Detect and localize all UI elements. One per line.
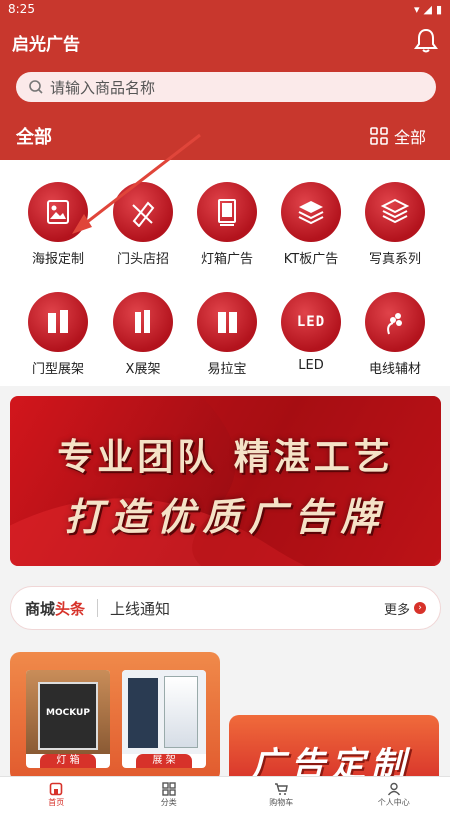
kt-board-icon [281, 182, 341, 242]
status-bar: 8:25 ▾ ◢ ▮ [0, 0, 450, 18]
all-categories-label: 全部 [393, 128, 426, 147]
cart-icon [275, 783, 289, 795]
category-label: 电线辅材 [368, 362, 421, 377]
category-label: KT板广告 [283, 252, 339, 267]
chevron-right-icon: › [414, 602, 426, 614]
app-title: 启光广告 [12, 35, 80, 55]
user-icon [387, 782, 400, 796]
news-more-button[interactable]: 更多 › [384, 599, 426, 618]
grid-icon [162, 782, 176, 796]
category-print[interactable]: 写真系列 [352, 182, 438, 267]
all-categories-button[interactable]: 全部 [370, 124, 426, 148]
section-title: 全部 [16, 127, 52, 148]
category-label: 写真系列 [368, 252, 421, 267]
product-card-lightbox[interactable]: MOCKUP 灯 箱 [26, 670, 110, 768]
category-led[interactable]: LED LED [268, 292, 354, 373]
rollup-banner-icon [197, 292, 257, 352]
banner-headline: 专业团队 精湛工艺 [57, 437, 394, 478]
category-door-stand[interactable]: 门型展架 [15, 292, 101, 377]
poster-icon [28, 182, 88, 242]
promo-product-panel[interactable]: MOCKUP 灯 箱 展 架 [10, 652, 220, 782]
door-stand-icon [28, 292, 88, 352]
tab-profile[interactable]: 个人中心 [338, 777, 450, 813]
header: 启光广告 请输入商品名称 全部 全部 [0, 18, 450, 160]
banner-subheadline: 打造优质广告牌 [64, 495, 387, 539]
tab-cart[interactable]: 购物车 [225, 777, 338, 813]
product-card-stand[interactable]: 展 架 [122, 670, 206, 768]
category-label: 门头店招 [116, 252, 169, 267]
x-stand-icon [113, 292, 173, 352]
news-brand: 商城头条 [25, 599, 86, 618]
mockup-board: MOCKUP [38, 682, 98, 750]
bottom-tab-bar: 首页 分类 购物车 个人中心 [0, 776, 450, 813]
battery-icon: ▮ [435, 2, 442, 16]
category-poster[interactable]: 海报定制 [15, 182, 101, 267]
search-placeholder: 请输入商品名称 [50, 78, 156, 97]
print-layers-icon [365, 182, 425, 242]
product-tag: 灯 箱 [40, 754, 96, 768]
stand-banner [128, 678, 158, 748]
category-lightbox[interactable]: 灯箱广告 [184, 182, 270, 267]
section-row: 全部 全部 [16, 122, 426, 150]
search-input[interactable]: 请输入商品名称 [16, 72, 436, 102]
category-label: 海报定制 [31, 252, 84, 267]
product-image [122, 670, 206, 754]
category-label: 易拉宝 [207, 362, 247, 377]
category-grid: 海报定制 门头店招 灯箱广告 KT板广告 写真系列 门型展架 X展架 易拉宝 L… [0, 160, 450, 386]
category-label: 门型展架 [31, 362, 84, 377]
storefront-sign-icon [113, 182, 173, 242]
category-rollup[interactable]: 易拉宝 [184, 292, 270, 377]
promo-banner[interactable]: 专业团队 精湛工艺 打造优质广告牌 [10, 396, 441, 566]
category-kt-board[interactable]: KT板广告 [268, 182, 354, 267]
custom-ad-promo[interactable]: 广告定制 [229, 715, 439, 785]
led-icon: LED [281, 292, 341, 352]
status-time: 8:25 [8, 2, 35, 16]
category-label: LED [298, 358, 324, 373]
news-headline: 上线通知 [110, 599, 171, 618]
news-divider [97, 599, 99, 617]
bell-icon[interactable] [414, 28, 438, 54]
cable-icon [365, 292, 425, 352]
home-icon [49, 782, 63, 796]
lightbox-icon [197, 182, 257, 242]
product-image: MOCKUP [26, 670, 110, 754]
grid-icon [370, 127, 388, 145]
status-icons: ▾ ◢ ▮ [414, 3, 442, 16]
category-storefront[interactable]: 门头店招 [100, 182, 186, 267]
product-tag: 展 架 [136, 754, 192, 768]
wifi-icon: ▾ [413, 2, 420, 16]
signal-icon: ◢ [423, 2, 432, 16]
category-label: 灯箱广告 [200, 252, 253, 267]
stand-banner [164, 676, 198, 748]
category-label: X展架 [125, 362, 161, 377]
tab-category[interactable]: 分类 [113, 777, 226, 813]
category-x-stand[interactable]: X展架 [100, 292, 186, 377]
category-cable[interactable]: 电线辅材 [352, 292, 438, 377]
tab-home[interactable]: 首页 [0, 777, 113, 813]
news-ticker[interactable]: 商城头条 上线通知 更多 › [10, 586, 441, 630]
search-icon [29, 80, 43, 94]
